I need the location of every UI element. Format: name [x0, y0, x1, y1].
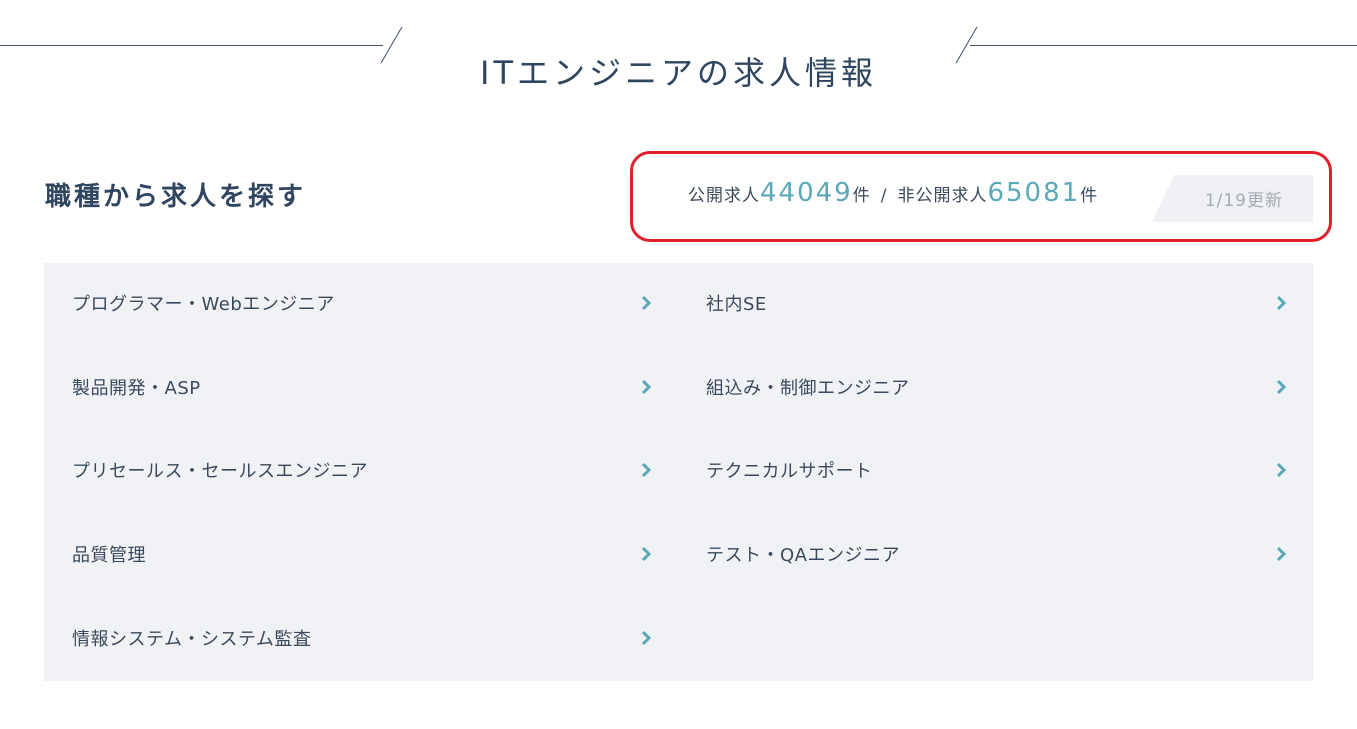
category-internal-se[interactable]: 社内SE	[706, 283, 1287, 323]
page: ITエンジニアの求人情報 職種から求人を探す 公開求人 44049 件 / 非公…	[0, 0, 1357, 729]
category-product-dev-asp[interactable]: 製品開発・ASP	[72, 367, 652, 407]
stats-separator: /	[880, 186, 888, 206]
category-label: プログラマー・Webエンジニア	[72, 294, 335, 315]
category-test-qa-engineer[interactable]: テスト・QAエンジニア	[706, 534, 1287, 574]
public-jobs-unit: 件	[852, 186, 871, 206]
chevron-right-icon	[640, 630, 652, 646]
chevron-right-icon	[640, 379, 652, 395]
category-embedded-control-engineer[interactable]: 組込み・制御エンジニア	[706, 367, 1287, 407]
category-label: 製品開発・ASP	[72, 378, 201, 399]
category-label: テスト・QAエンジニア	[706, 545, 900, 566]
chevron-right-icon	[1275, 546, 1287, 562]
chevron-right-icon	[1275, 379, 1287, 395]
page-title: ITエンジニアの求人情報	[480, 54, 877, 92]
section-heading: 職種から求人を探す	[45, 182, 307, 212]
category-info-systems-audit[interactable]: 情報システム・システム監査	[72, 618, 652, 658]
category-presales-sales-engineer[interactable]: プリセールス・セールスエンジニア	[72, 450, 652, 490]
chevron-right-icon	[1275, 462, 1287, 478]
private-jobs-count: 65081	[987, 178, 1081, 208]
public-jobs-count: 44049	[760, 178, 853, 208]
category-programmer-web-engineer[interactable]: プログラマー・Webエンジニア	[72, 283, 652, 323]
category-label: 組込み・制御エンジニア	[706, 378, 910, 399]
chevron-right-icon	[640, 546, 652, 562]
updated-date-badge: 1/19更新	[1152, 175, 1313, 222]
category-label: 品質管理	[72, 545, 146, 566]
category-label: テクニカルサポート	[706, 461, 873, 482]
chevron-right-icon	[1275, 295, 1287, 311]
category-quality-control[interactable]: 品質管理	[72, 534, 652, 574]
private-jobs-unit: 件	[1080, 186, 1099, 206]
category-technical-support[interactable]: テクニカルサポート	[706, 450, 1287, 490]
header-line-right	[970, 45, 1357, 46]
header-line-left	[0, 45, 383, 46]
category-label: 社内SE	[706, 294, 767, 315]
category-label: 情報システム・システム監査	[72, 629, 312, 650]
job-stats: 公開求人 44049 件 / 非公開求人 65081 件	[688, 178, 1098, 214]
chevron-right-icon	[640, 462, 652, 478]
chevron-right-icon	[640, 295, 652, 311]
private-jobs-label: 非公開求人	[897, 186, 988, 206]
category-label: プリセールス・セールスエンジニア	[72, 461, 368, 482]
public-jobs-label: 公開求人	[688, 186, 760, 206]
job-category-panel: プログラマー・Webエンジニア 製品開発・ASP プリセールス・セールスエンジニ…	[44, 263, 1313, 681]
